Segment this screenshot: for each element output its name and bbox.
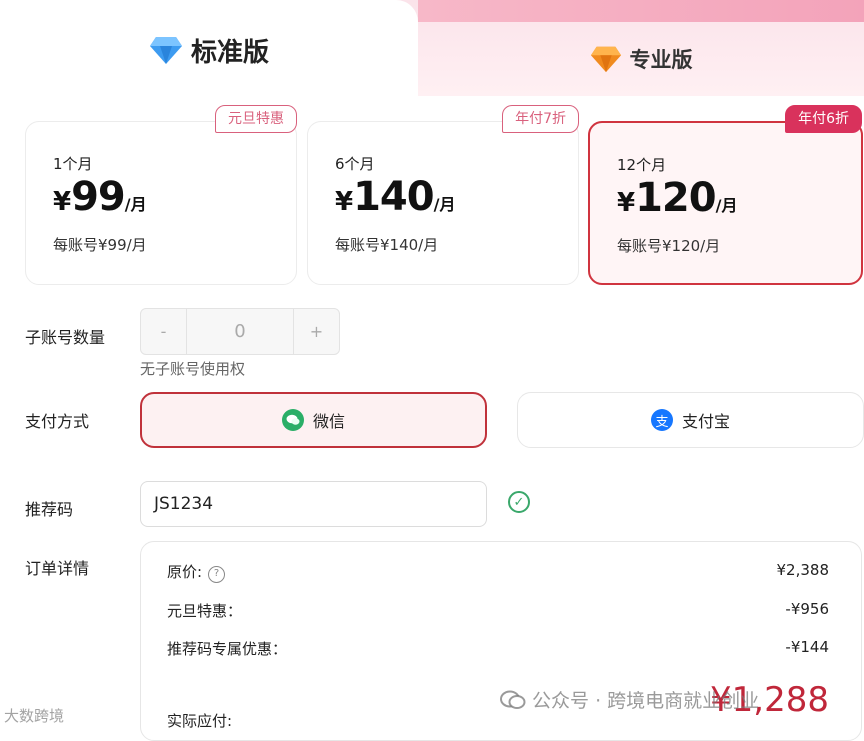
- referral-discount-row: 推荐码专属优惠： -¥144: [167, 638, 829, 659]
- plan-price: ¥99/月: [53, 174, 147, 220]
- discount-value: -¥956: [785, 600, 829, 618]
- price-unit: /月: [124, 195, 147, 214]
- currency-symbol: ¥: [53, 187, 72, 217]
- check-circle-icon: ✓: [508, 491, 530, 513]
- alipay-label: 支付宝: [681, 412, 730, 431]
- wechat-icon: [281, 409, 304, 431]
- alipay-icon: 支: [650, 409, 673, 431]
- wechat-watermark-icon: [500, 690, 526, 710]
- plan-period: 12个月: [617, 156, 667, 174]
- tab-standard[interactable]: 标准版: [0, 0, 418, 100]
- plan-period: 1个月: [53, 155, 93, 173]
- referral-code-label: 推荐码: [25, 500, 74, 519]
- increment-button[interactable]: +: [294, 309, 339, 354]
- watermark-right-text: 公众号 · 跨境电商就业创业: [532, 690, 760, 712]
- sub-account-hint: 无子账号使用权: [140, 360, 246, 378]
- decrement-button[interactable]: -: [141, 309, 186, 354]
- plan-price: ¥140/月: [335, 174, 455, 220]
- original-price-value: ¥2,388: [776, 561, 830, 579]
- promo-badge: 元旦特惠: [215, 105, 297, 133]
- currency-symbol: ¥: [335, 187, 354, 217]
- per-account-price: 每账号¥140/月: [335, 236, 439, 254]
- sub-account-stepper: - 0 +: [140, 308, 340, 355]
- discount-label: 元旦特惠：: [167, 602, 243, 620]
- wechat-pay-option[interactable]: 微信: [140, 392, 487, 448]
- plan-card-1-month[interactable]: 元旦特惠 1个月 ¥99/月 每账号¥99/月: [25, 105, 297, 285]
- sub-account-label: 子账号数量: [25, 328, 106, 347]
- per-account-price: 每账号¥120/月: [617, 237, 721, 255]
- plan-period: 6个月: [335, 155, 375, 173]
- promo-badge: 年付7折: [502, 105, 579, 133]
- original-price-label: 原价:: [167, 563, 203, 581]
- watermark-left: 大数跨境: [4, 707, 65, 725]
- per-account-price: 每账号¥99/月: [53, 236, 147, 254]
- price-unit: /月: [715, 196, 738, 215]
- alipay-option[interactable]: 支 支付宝: [517, 392, 864, 448]
- watermark-right: 公众号 · 跨境电商就业创业: [500, 686, 759, 713]
- price-unit: /月: [433, 195, 456, 214]
- tab-standard-label: 标准版: [190, 37, 269, 68]
- discount-row: 元旦特惠： -¥956: [167, 600, 829, 621]
- tab-professional[interactable]: 专业版: [418, 22, 864, 96]
- help-icon[interactable]: ?: [208, 566, 226, 583]
- currency-symbol: ¥: [617, 188, 636, 218]
- price-value: 99: [71, 174, 126, 220]
- price-value: 140: [353, 174, 434, 220]
- order-details-label: 订单详情: [25, 559, 90, 578]
- sub-account-count[interactable]: 0: [186, 309, 294, 354]
- original-price-row: 原价:? ¥2,388: [167, 561, 829, 583]
- referral-discount-label: 推荐码专属优惠：: [167, 640, 288, 658]
- payable-label: 实际应付:: [167, 712, 233, 730]
- plan-card-12-months[interactable]: 年付6折 12个月 ¥120/月 每账号¥120/月: [588, 105, 863, 285]
- plan-card-6-months[interactable]: 年付7折 6个月 ¥140/月 每账号¥140/月: [307, 105, 579, 285]
- referral-code-input[interactable]: JS1234: [140, 481, 487, 527]
- promo-badge: 年付6折: [785, 105, 862, 133]
- blue-diamond-icon: [149, 37, 182, 64]
- wechat-pay-label: 微信: [312, 412, 345, 431]
- plan-price: ¥120/月: [617, 175, 737, 221]
- tab-professional-label: 专业版: [629, 48, 693, 72]
- payment-method-label: 支付方式: [25, 412, 90, 431]
- price-value: 120: [635, 175, 716, 221]
- orange-diamond-icon: [590, 46, 621, 73]
- referral-discount-value: -¥144: [785, 638, 829, 656]
